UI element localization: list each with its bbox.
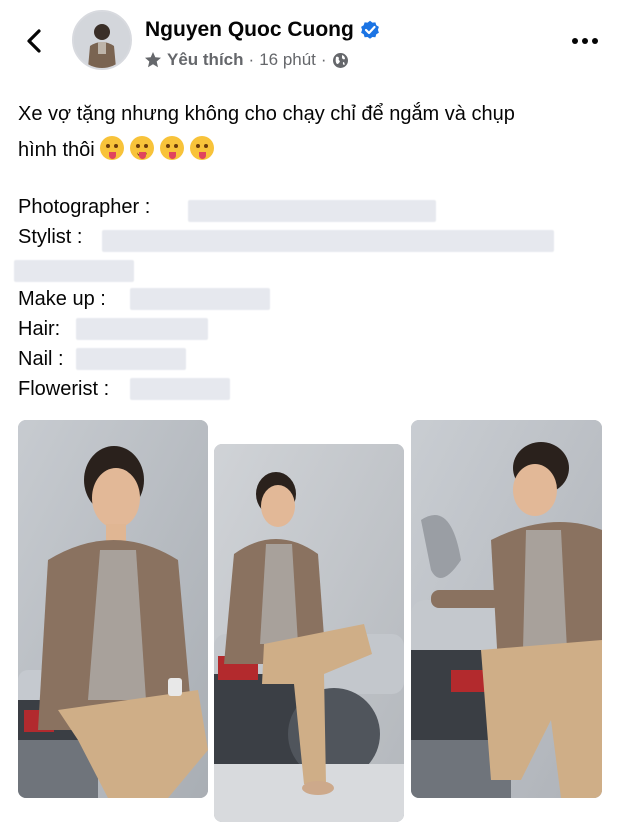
- caption-line-2-text: hình thôi: [18, 139, 95, 161]
- meta-separator: ·: [248, 50, 255, 69]
- credit-photographer: Photographer :: [18, 196, 151, 218]
- credit-stylist: Stylist :: [18, 226, 83, 248]
- more-horizontal-icon[interactable]: [572, 38, 598, 44]
- post-time[interactable]: 16 phút: [259, 50, 316, 70]
- tongue-emoji-icon: [130, 136, 155, 160]
- author-name[interactable]: Nguyen Quoc Cuong: [145, 18, 354, 42]
- star-icon: [145, 52, 161, 68]
- meta-separator-2: ·: [320, 50, 327, 69]
- yum-emoji-icon: [100, 136, 125, 160]
- redacted-stylist-cont: [14, 260, 134, 282]
- caption-line-1: Xe vợ tặng nhưng không cho chạy chỉ để n…: [18, 103, 515, 125]
- redacted-makeup: [130, 288, 270, 310]
- post-caption: Xe vợ tặng nhưng không cho chạy chỉ để n…: [18, 96, 608, 168]
- redacted-hair: [76, 318, 208, 340]
- chevron-left-icon[interactable]: [22, 28, 48, 54]
- credit-flowerist: Flowerist :: [18, 378, 110, 400]
- redacted-nail: [76, 348, 186, 370]
- avatar[interactable]: [72, 10, 132, 70]
- squint-tongue-emoji-icon: [160, 136, 185, 160]
- globe-icon[interactable]: [332, 52, 349, 69]
- post-photo-2[interactable]: [214, 444, 404, 822]
- verified-badge-icon: [360, 20, 379, 39]
- credit-makeup: Make up :: [18, 288, 106, 310]
- credit-nail: Nail :: [18, 348, 64, 370]
- post-photo-1[interactable]: [18, 420, 208, 798]
- post-header: Nguyen Quoc Cuong Yêu thích · 16 phút ·: [0, 0, 620, 82]
- winking-tongue-emoji-icon: [190, 136, 215, 160]
- post-photo-3[interactable]: [411, 420, 602, 798]
- redacted-photographer: [188, 200, 436, 222]
- caption-line-2: hình thôi: [18, 132, 608, 168]
- privacy-label: Yêu thích: [167, 50, 244, 69]
- redacted-stylist: [102, 230, 554, 252]
- credit-hair: Hair:: [18, 318, 61, 340]
- redacted-flowerist: [130, 378, 230, 400]
